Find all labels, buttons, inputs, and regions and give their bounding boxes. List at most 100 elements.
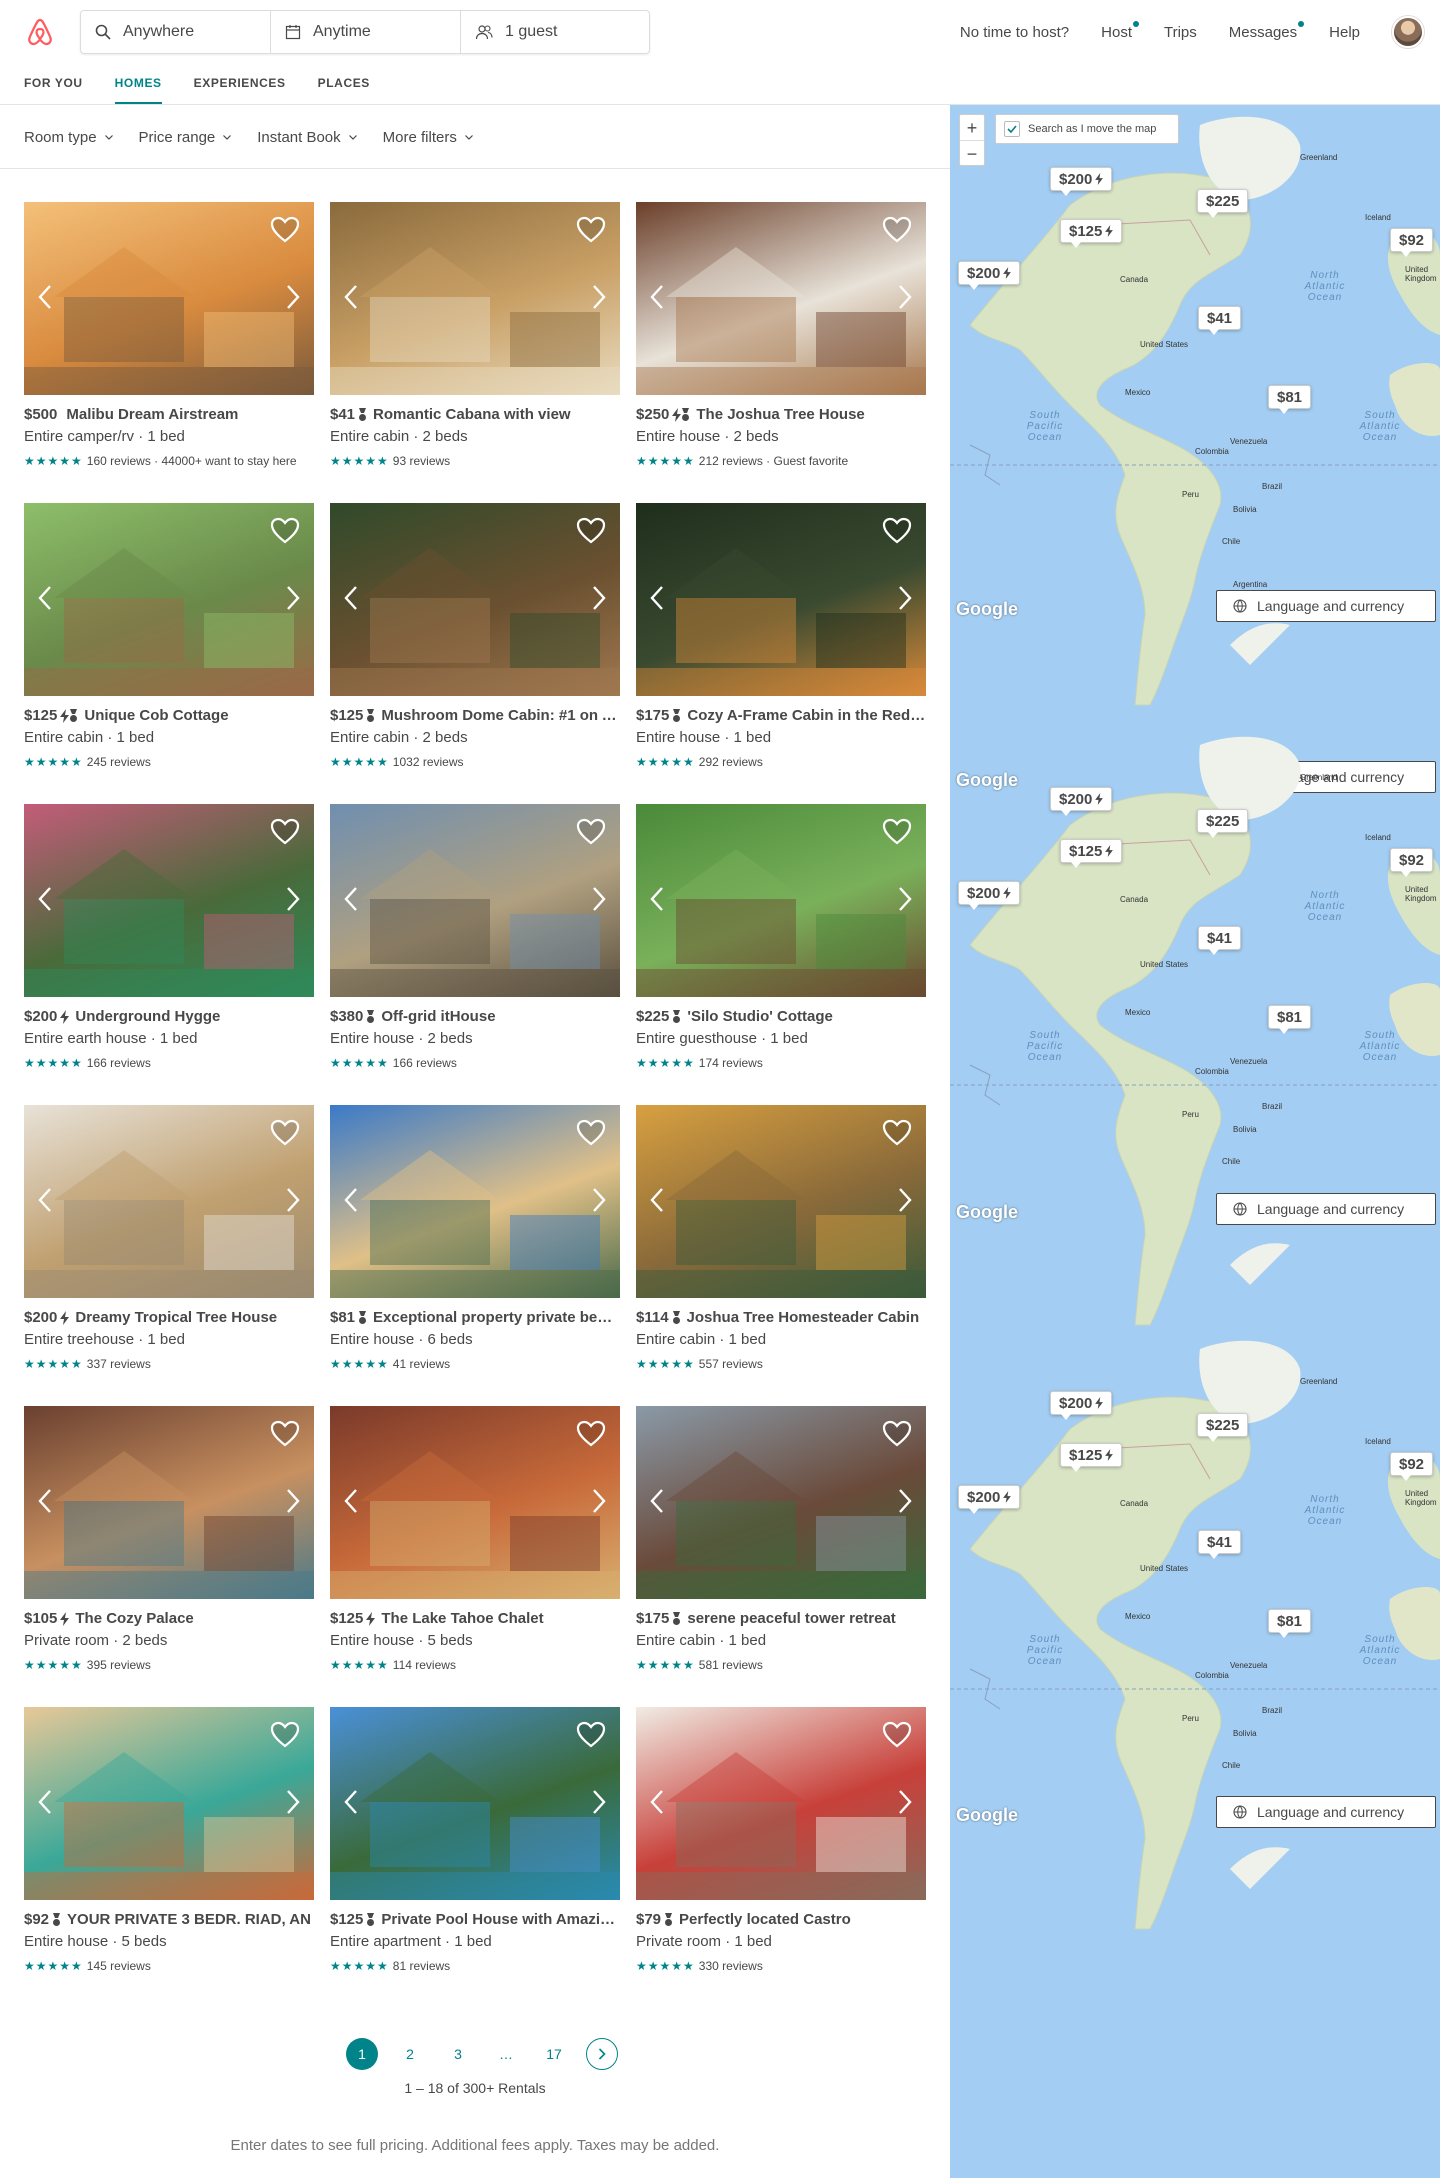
chevron-left-icon[interactable]: [650, 1488, 664, 1514]
listing-title[interactable]: $81 Exceptional property private beach: [330, 1308, 620, 1328]
chevron-right-icon[interactable]: [592, 1187, 606, 1213]
search-guests-field[interactable]: 1 guest: [461, 11, 649, 53]
save-heart-icon[interactable]: [270, 1119, 300, 1146]
filter-instant-book[interactable]: Instant Book: [257, 129, 357, 146]
save-heart-icon[interactable]: [576, 1721, 606, 1748]
save-heart-icon[interactable]: [882, 216, 912, 243]
listing-title[interactable]: $125 Private Pool House with Amazing Vie…: [330, 1910, 620, 1930]
chevron-left-icon[interactable]: [38, 886, 52, 912]
listing-photo[interactable]: [24, 804, 314, 997]
chevron-right-icon[interactable]: [898, 886, 912, 912]
page-17-button[interactable]: 17: [538, 2038, 570, 2070]
map-price-pin[interactable]: $200: [1050, 1391, 1113, 1420]
map-price-pin[interactable]: $41: [1198, 1530, 1242, 1559]
chevron-right-icon[interactable]: [592, 585, 606, 611]
chevron-left-icon[interactable]: [344, 585, 358, 611]
listing-title[interactable]: $114 Joshua Tree Homesteader Cabin: [636, 1308, 926, 1328]
map-price-pin[interactable]: $92: [1390, 1452, 1434, 1481]
listing-title[interactable]: $92 YOUR PRIVATE 3 BEDR. RIAD, AN: [24, 1910, 314, 1930]
map-price-pin[interactable]: $200: [1050, 167, 1113, 196]
save-heart-icon[interactable]: [882, 1119, 912, 1146]
listing-photo[interactable]: [24, 1406, 314, 1599]
chevron-left-icon[interactable]: [38, 284, 52, 310]
listing-title[interactable]: $225 'Silo Studio' Cottage: [636, 1007, 926, 1027]
zoom-out-button[interactable]: −: [960, 141, 984, 167]
filter-room-type[interactable]: Room type: [24, 129, 113, 146]
save-heart-icon[interactable]: [882, 1420, 912, 1447]
map-price-pin[interactable]: $200: [958, 1485, 1021, 1514]
search-as-move-toggle[interactable]: Search as I move the map: [995, 114, 1179, 144]
listing-title[interactable]: $380 Off-grid itHouse: [330, 1007, 620, 1027]
page-2-button[interactable]: 2: [394, 2038, 426, 2070]
save-heart-icon[interactable]: [576, 818, 606, 845]
chevron-left-icon[interactable]: [650, 585, 664, 611]
listing-title[interactable]: $200 Underground Hygge: [24, 1007, 314, 1027]
listing-photo[interactable]: [24, 202, 314, 395]
save-heart-icon[interactable]: [270, 1420, 300, 1447]
listing-card[interactable]: $175 serene peaceful tower retreat Entir…: [636, 1406, 926, 1707]
page-3-button[interactable]: 3: [442, 2038, 474, 2070]
chevron-left-icon[interactable]: [344, 886, 358, 912]
chevron-right-icon[interactable]: [898, 1187, 912, 1213]
listing-card[interactable]: $250 The Joshua Tree House Entire house …: [636, 202, 926, 503]
listing-card[interactable]: $125 The Lake Tahoe Chalet Entire house …: [330, 1406, 620, 1707]
map-tile[interactable]: Greenland Iceland United Kingdom Canada Unit…: [950, 1329, 1440, 1933]
chevron-right-icon[interactable]: [592, 886, 606, 912]
listing-photo[interactable]: [330, 1707, 620, 1900]
chevron-right-icon[interactable]: [898, 1789, 912, 1815]
map-price-pin[interactable]: $125: [1060, 839, 1123, 868]
chevron-right-icon[interactable]: [898, 284, 912, 310]
messages-link[interactable]: Messages: [1229, 20, 1305, 41]
chevron-left-icon[interactable]: [650, 1789, 664, 1815]
listing-card[interactable]: $79 Perfectly located Castro Private roo…: [636, 1707, 926, 2008]
listing-title[interactable]: $125 The Lake Tahoe Chalet: [330, 1609, 620, 1629]
listing-title[interactable]: $200 Dreamy Tropical Tree House: [24, 1308, 314, 1328]
listing-title[interactable]: $105 The Cozy Palace: [24, 1609, 314, 1629]
listing-photo[interactable]: [636, 202, 926, 395]
listing-title[interactable]: $175 Cozy A-Frame Cabin in the Redwoods: [636, 706, 926, 726]
map-price-pin[interactable]: $225: [1197, 809, 1249, 838]
map-price-pin[interactable]: $200: [958, 881, 1021, 910]
user-avatar[interactable]: [1392, 16, 1424, 48]
listing-card[interactable]: $81 Exceptional property private beach E…: [330, 1105, 620, 1406]
trips-link[interactable]: Trips: [1164, 24, 1197, 41]
chevron-left-icon[interactable]: [38, 1488, 52, 1514]
listing-title[interactable]: $79 Perfectly located Castro: [636, 1910, 926, 1930]
listing-photo[interactable]: [330, 1406, 620, 1599]
map-price-pin[interactable]: $125: [1060, 219, 1123, 248]
map-price-pin[interactable]: $225: [1197, 1413, 1249, 1442]
listing-card[interactable]: $92 YOUR PRIVATE 3 BEDR. RIAD, AN Entire…: [24, 1707, 314, 2008]
listing-photo[interactable]: [330, 202, 620, 395]
map-price-pin[interactable]: $125: [1060, 1443, 1123, 1472]
listing-title[interactable]: $41 Romantic Cabana with view: [330, 405, 620, 425]
chevron-right-icon[interactable]: [286, 1187, 300, 1213]
chevron-left-icon[interactable]: [344, 1789, 358, 1815]
map-tile[interactable]: Greenland Iceland United Kingdom Canada Unit…: [950, 725, 1440, 1329]
listing-photo[interactable]: [24, 1707, 314, 1900]
chevron-right-icon[interactable]: [898, 1488, 912, 1514]
listing-photo[interactable]: [636, 1707, 926, 1900]
map-price-pin[interactable]: $225: [1197, 189, 1249, 218]
tab-experiences[interactable]: EXPERIENCES: [194, 64, 286, 104]
tab-for-you[interactable]: FOR YOU: [24, 64, 83, 104]
chevron-right-icon[interactable]: [286, 1488, 300, 1514]
save-heart-icon[interactable]: [882, 1721, 912, 1748]
map-price-pin[interactable]: $200: [958, 261, 1021, 290]
filter-price-range[interactable]: Price range: [139, 129, 232, 146]
save-heart-icon[interactable]: [576, 216, 606, 243]
map-price-pin[interactable]: $81: [1268, 1609, 1312, 1638]
listing-photo[interactable]: [330, 804, 620, 997]
chevron-right-icon[interactable]: [286, 1789, 300, 1815]
map-price-pin[interactable]: $41: [1198, 926, 1242, 955]
listing-card[interactable]: $175 Cozy A-Frame Cabin in the Redwoods …: [636, 503, 926, 804]
airbnb-logo-icon[interactable]: [24, 16, 56, 48]
language-currency-button[interactable]: Language and currency: [1216, 590, 1436, 622]
search-where-field[interactable]: Anywhere: [81, 11, 271, 53]
checkbox[interactable]: [1004, 121, 1020, 137]
listing-title[interactable]: $500 Malibu Dream Airstream: [24, 405, 314, 425]
listing-photo[interactable]: [636, 1105, 926, 1298]
chevron-right-icon[interactable]: [898, 585, 912, 611]
tab-homes[interactable]: HOMES: [114, 64, 162, 104]
listing-card[interactable]: $225 'Silo Studio' Cottage Entire guesth…: [636, 804, 926, 1105]
listing-card[interactable]: $500 Malibu Dream Airstream Entire campe…: [24, 202, 314, 503]
